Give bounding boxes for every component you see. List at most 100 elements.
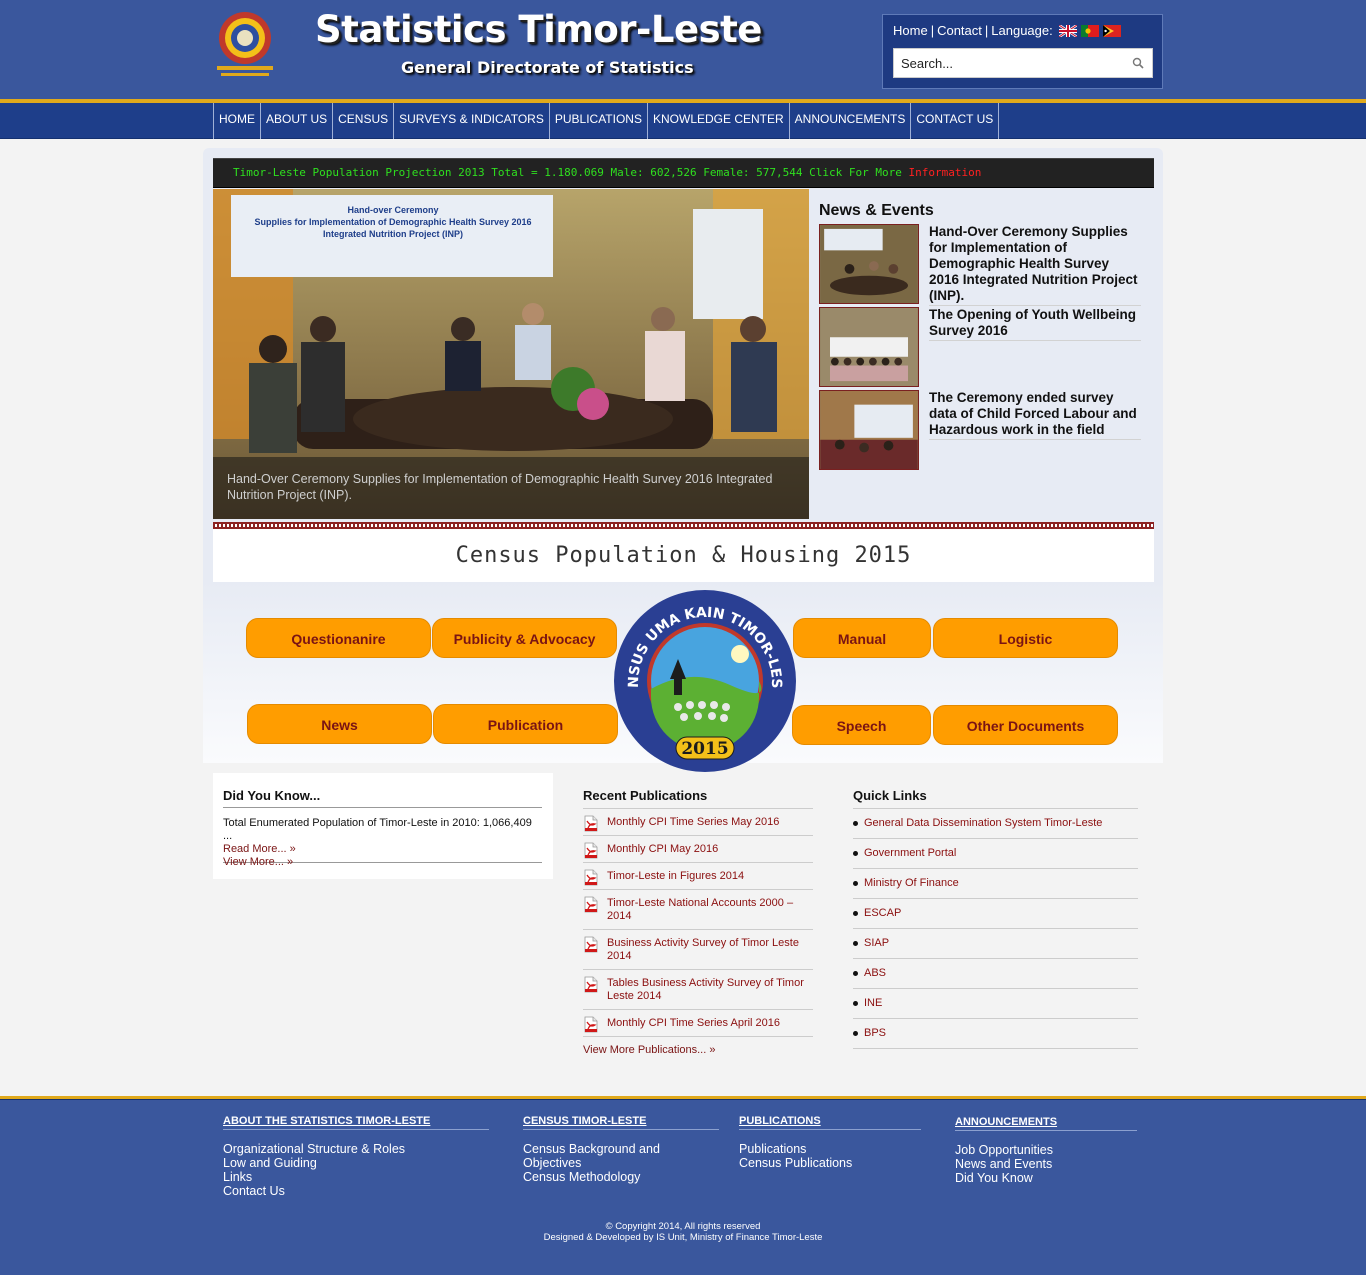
search-icon[interactable]: [1132, 57, 1144, 69]
quick-link[interactable]: Ministry Of Finance: [864, 877, 959, 889]
footer-link[interactable]: Job Opportunities: [955, 1143, 1137, 1157]
quick-link[interactable]: INE: [864, 997, 882, 1009]
nav-item-announcements[interactable]: ANNOUNCEMENTS: [790, 103, 912, 139]
publication-link[interactable]: Timor-Leste National Accounts 2000 – 201…: [607, 897, 793, 922]
bullet-icon: [853, 1030, 858, 1036]
quick-link[interactable]: General Data Dissemination System Timor-…: [864, 817, 1102, 829]
quick-link-item[interactable]: Government Portal: [853, 839, 1138, 869]
did-you-know-fact: Total Enumerated Population of Timor-Les…: [223, 817, 532, 842]
footer-column-announcements: ANNOUNCEMENTS Job Opportunities News and…: [955, 1116, 1137, 1185]
ticker-link[interactable]: Information: [909, 166, 982, 179]
nav-item-about-us[interactable]: ABOUT US: [261, 103, 334, 139]
quick-link[interactable]: BPS: [864, 1027, 886, 1039]
bullet-icon: [853, 910, 858, 916]
publication-link[interactable]: Monthly CPI May 2016: [607, 843, 718, 855]
home-link[interactable]: Home: [893, 23, 928, 38]
pdf-icon: [584, 936, 598, 953]
read-more-link[interactable]: Read More... »: [223, 843, 296, 855]
news-item[interactable]: The Ceremony ended survey data of Child …: [819, 390, 1144, 470]
publication-item[interactable]: Business Activity Survey of Timor Leste …: [583, 930, 813, 970]
tetum-flag-icon[interactable]: [1102, 24, 1121, 37]
featured-slideshow[interactable]: Hand-over Ceremony Supplies for Implemen…: [213, 189, 809, 519]
nav-item-contact-us[interactable]: CONTACT US: [911, 103, 1000, 139]
dge-logo[interactable]: [207, 8, 283, 82]
news-item-title[interactable]: Hand-Over Ceremony Supplies for Implemen…: [929, 224, 1141, 306]
quick-link-item[interactable]: Ministry Of Finance: [853, 869, 1138, 899]
footer-link[interactable]: Publications: [739, 1142, 921, 1156]
footer-link[interactable]: Links: [223, 1170, 489, 1184]
nav-item-publications[interactable]: PUBLICATIONS: [550, 103, 648, 139]
bullet-icon: [853, 940, 858, 946]
publication-item[interactable]: Tables Business Activity Survey of Timor…: [583, 970, 813, 1010]
svg-text:Integrated Nutrition Project (: Integrated Nutrition Project (INP): [323, 229, 463, 239]
news-thumbnail[interactable]: [819, 307, 919, 387]
footer-link[interactable]: Low and Guiding: [223, 1156, 489, 1170]
manual-button[interactable]: Manual: [793, 618, 931, 658]
quick-link-item[interactable]: BPS: [853, 1019, 1138, 1049]
news-events-heading: News & Events: [819, 202, 934, 219]
footer-link[interactable]: Census Publications: [739, 1156, 921, 1170]
publication-link[interactable]: Monthly CPI Time Series May 2016: [607, 816, 779, 828]
quick-link[interactable]: ESCAP: [864, 907, 901, 919]
footer-link[interactable]: Did You Know: [955, 1171, 1137, 1185]
footer-link[interactable]: Organizational Structure & Roles: [223, 1142, 489, 1156]
publication-list: Monthly CPI Time Series May 2016 Monthly …: [583, 809, 813, 1037]
bullet-icon: [853, 820, 858, 826]
logistic-button[interactable]: Logistic: [933, 618, 1118, 658]
quick-link-item[interactable]: INE: [853, 989, 1138, 1019]
copyright-block: © Copyright 2014, All rights reserved De…: [0, 1221, 1366, 1243]
recent-publications-heading: Recent Publications: [583, 788, 813, 809]
english-flag-icon[interactable]: [1058, 24, 1077, 37]
other-documents-button[interactable]: Other Documents: [933, 705, 1118, 745]
publication-item[interactable]: Timor-Leste in Figures 2014: [583, 863, 813, 890]
publication-item[interactable]: Monthly CPI Time Series May 2016: [583, 809, 813, 836]
view-more-link[interactable]: View More... »: [223, 856, 293, 868]
questionnaire-button[interactable]: Questionanire: [246, 618, 431, 658]
news-item[interactable]: Hand-Over Ceremony Supplies for Implemen…: [819, 224, 1144, 306]
population-ticker[interactable]: Timor-Leste Population Projection 2013 T…: [213, 158, 1154, 188]
portuguese-flag-icon[interactable]: [1080, 24, 1099, 37]
news-item-title[interactable]: The Opening of Youth Wellbeing Survey 20…: [929, 307, 1141, 341]
did-you-know-box: Did You Know... Total Enumerated Populat…: [213, 773, 553, 879]
footer-link[interactable]: Contact Us: [223, 1184, 489, 1198]
publication-link[interactable]: Monthly CPI Time Series April 2016: [607, 1017, 780, 1029]
quick-link-item[interactable]: SIAP: [853, 929, 1138, 959]
publication-link[interactable]: Business Activity Survey of Timor Leste …: [607, 937, 799, 962]
quick-link[interactable]: Government Portal: [864, 847, 956, 859]
news-thumbnail[interactable]: [819, 390, 919, 470]
news-item-title[interactable]: The Ceremony ended survey data of Child …: [929, 390, 1141, 440]
quick-link[interactable]: ABS: [864, 967, 886, 979]
link-separator: |: [984, 23, 989, 38]
view-more-publications-link[interactable]: View More Publications... »: [583, 1044, 813, 1056]
news-button[interactable]: News: [247, 704, 432, 744]
nav-item-knowledge-center[interactable]: KNOWLEDGE CENTER: [648, 103, 790, 139]
publicity-advocacy-button[interactable]: Publicity & Advocacy: [432, 618, 617, 658]
publication-item[interactable]: Timor-Leste National Accounts 2000 – 201…: [583, 890, 813, 930]
quick-link-item[interactable]: ABS: [853, 959, 1138, 989]
nav-item-surveys-indicators[interactable]: SURVEYS & INDICATORS: [394, 103, 550, 139]
search-input[interactable]: [894, 49, 1124, 77]
slide-caption: Hand-Over Ceremony Supplies for Implemen…: [213, 457, 809, 519]
nav-items: HOME ABOUT US CENSUS SURVEYS & INDICATOR…: [213, 103, 1000, 139]
quick-link-item[interactable]: General Data Dissemination System Timor-…: [853, 809, 1138, 839]
nav-item-home[interactable]: HOME: [213, 103, 261, 139]
publication-link[interactable]: Timor-Leste in Figures 2014: [607, 870, 744, 882]
footer-link[interactable]: Census Background and Objectives: [523, 1142, 719, 1170]
publication-link[interactable]: Tables Business Activity Survey of Timor…: [607, 977, 804, 1002]
speech-button[interactable]: Speech: [792, 705, 931, 745]
quick-link-item[interactable]: ESCAP: [853, 899, 1138, 929]
publication-item[interactable]: Monthly CPI Time Series April 2016: [583, 1010, 813, 1037]
news-item[interactable]: The Opening of Youth Wellbeing Survey 20…: [819, 307, 1144, 387]
designed-by-text: Designed & Developed by IS Unit, Ministr…: [543, 1232, 823, 1243]
quick-link[interactable]: SIAP: [864, 937, 889, 949]
census-2015-logo[interactable]: SENSUS UMA KAIN TIMOR-LESTE 2015: [610, 589, 800, 773]
publication-button[interactable]: Publication: [433, 704, 618, 744]
news-thumbnail[interactable]: [819, 224, 919, 304]
footer-link[interactable]: Census Methodology: [523, 1170, 719, 1184]
nav-item-census[interactable]: CENSUS: [333, 103, 395, 139]
publication-item[interactable]: Monthly CPI May 2016: [583, 836, 813, 863]
did-you-know-heading: Did You Know...: [223, 788, 542, 808]
footer-link[interactable]: News and Events: [955, 1157, 1137, 1171]
copyright-text: © Copyright 2014, All rights reserved: [605, 1221, 761, 1232]
contact-link[interactable]: Contact: [937, 23, 982, 38]
